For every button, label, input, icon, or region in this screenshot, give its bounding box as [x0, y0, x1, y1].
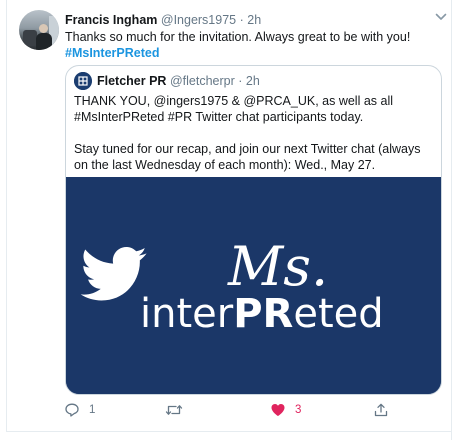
- tweet-card: Francis Ingham @Ingers1975 · 2h Thanks s…: [0, 0, 469, 440]
- header-separator: ·: [239, 13, 244, 27]
- quoted-tweet-image[interactable]: Ms. interPReted: [66, 177, 441, 394]
- ms-interpreted-logo: Ms. interPReted: [66, 177, 441, 394]
- retweet-action[interactable]: [165, 400, 192, 420]
- logo-text-prefix: inter: [140, 291, 234, 337]
- reply-action[interactable]: 1: [64, 400, 95, 420]
- avatar-figure-body: [36, 33, 52, 50]
- tweet-text: Thanks so much for the invitation. Alway…: [65, 29, 445, 61]
- reply-count: 1: [89, 404, 96, 416]
- quoted-tweet-header: Fletcher PR @fletcherpr · 2h: [97, 72, 260, 90]
- avatar-figure-head: [39, 24, 48, 33]
- quoted-author-handle[interactable]: @fletcherpr: [170, 74, 235, 88]
- card-border-right: [451, 0, 452, 440]
- chevron-down-icon[interactable]: [434, 10, 448, 24]
- share-action[interactable]: [373, 400, 389, 420]
- share-icon[interactable]: [373, 402, 389, 418]
- logo-text-suffix: eted: [293, 291, 383, 337]
- tweet-timestamp[interactable]: 2h: [247, 13, 261, 27]
- retweet-icon[interactable]: [165, 402, 183, 418]
- quoted-header-separator: ·: [238, 74, 243, 88]
- tweet-actions: 1 3: [64, 400, 444, 420]
- like-action[interactable]: 3: [270, 400, 301, 420]
- author-handle[interactable]: @Ingers1975: [161, 13, 236, 27]
- reply-icon[interactable]: [64, 402, 80, 418]
- author-avatar[interactable]: [19, 10, 59, 50]
- logo-wordmark: interPReted: [140, 291, 384, 337]
- tweet-hashtag-link[interactable]: #MsInterPReted: [65, 45, 445, 61]
- quoted-tweet[interactable]: Fletcher PR @fletcherpr · 2h THANK YOU, …: [65, 65, 442, 395]
- quoted-author-name[interactable]: Fletcher PR: [97, 74, 166, 88]
- logo-script-text: Ms.: [227, 235, 328, 298]
- tweet-body: Thanks so much for the invitation. Alway…: [65, 30, 411, 44]
- author-name[interactable]: Francis Ingham: [65, 13, 157, 27]
- card-border-left: [6, 0, 7, 432]
- heart-icon[interactable]: [270, 402, 286, 418]
- card-border-bottom: [6, 431, 452, 432]
- quoted-paragraph-1: THANK YOU, @ingers1975 & @PRCA_UK, as we…: [74, 94, 394, 124]
- like-count: 3: [295, 404, 302, 416]
- quoted-author-avatar[interactable]: [74, 72, 92, 90]
- quoted-paragraph-2: Stay tuned for our recap, and join our n…: [74, 142, 421, 172]
- logo-text-bold: PR: [233, 291, 293, 337]
- quoted-tweet-text: THANK YOU, @ingers1975 & @PRCA_UK, as we…: [74, 93, 436, 189]
- tweet-header: Francis Ingham @Ingers1975 · 2h: [65, 11, 261, 29]
- fletcher-logo-icon: [74, 72, 92, 90]
- avatar-figure-left: [23, 30, 37, 46]
- quoted-timestamp[interactable]: 2h: [246, 74, 260, 88]
